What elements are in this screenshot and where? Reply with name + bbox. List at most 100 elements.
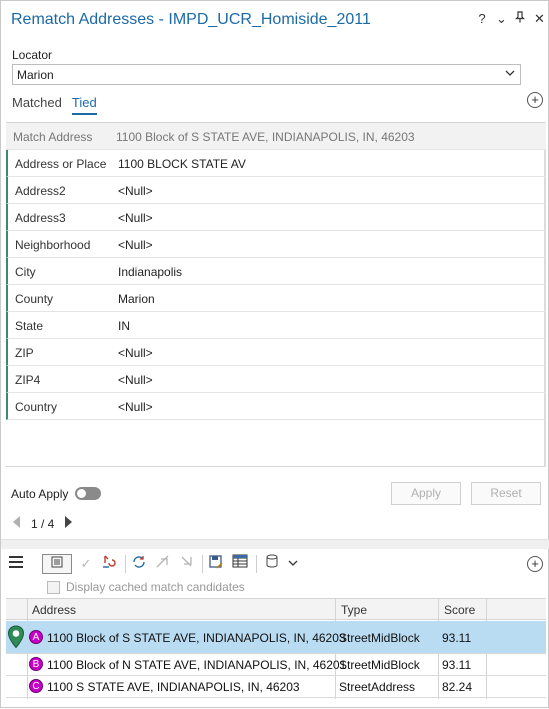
- field-value[interactable]: Marion: [118, 292, 155, 306]
- toolbar-separator: [125, 555, 126, 573]
- field-value[interactable]: <Null>: [118, 211, 153, 225]
- field-row-neighborhood[interactable]: Neighborhood <Null>: [6, 231, 546, 258]
- auto-hide-pin-icon[interactable]: [515, 11, 525, 27]
- column-header-score[interactable]: Score: [444, 603, 475, 617]
- auto-apply-label: Auto Apply: [11, 487, 69, 501]
- candidate-address: 1100 Block of N STATE AVE, INDIANAPOLIS,…: [47, 658, 347, 672]
- field-label: County: [15, 292, 54, 306]
- field-value[interactable]: Indianapolis: [118, 265, 182, 279]
- field-label: City: [15, 265, 36, 279]
- add-circle-icon[interactable]: +: [527, 92, 543, 108]
- table-row[interactable]: C 1100 S STATE AVE, INDIANAPOLIS, IN, 46…: [6, 676, 546, 698]
- cache-label: Display cached match candidates: [66, 580, 245, 594]
- match-checkmark-icon[interactable]: ✓: [78, 554, 94, 574]
- cache-checkbox[interactable]: [47, 580, 60, 594]
- table-row[interactable]: A 1100 Block of S STATE AVE, INDIANAPOLI…: [6, 621, 546, 654]
- field-row-country[interactable]: Country <Null>: [6, 393, 546, 420]
- unmatch-icon[interactable]: [99, 554, 119, 574]
- address-fields-grid: Match Address 1100 Block of S STATE AVE,…: [6, 122, 546, 467]
- column-header-type[interactable]: Type: [341, 603, 367, 617]
- candidate-score: 82.24: [442, 680, 473, 694]
- candidate-type: StreetMidBlock: [339, 631, 420, 645]
- field-row-zip4[interactable]: ZIP4 <Null>: [6, 366, 546, 393]
- candidates-table: Address Type Score A 1100 Block of S STA…: [6, 598, 546, 709]
- record-pager: 1 / 4: [12, 516, 73, 531]
- section-divider: [1, 539, 549, 549]
- refresh-candidates-icon[interactable]: [129, 554, 149, 574]
- locator-label: Locator: [12, 48, 53, 62]
- flag-candidate-icon[interactable]: [153, 554, 173, 574]
- field-value[interactable]: <Null>: [118, 373, 153, 387]
- field-value[interactable]: 1100 BLOCK STATE AV: [118, 157, 246, 171]
- field-label: ZIP4: [15, 373, 41, 387]
- chevron-down-icon[interactable]: [286, 554, 300, 574]
- add-circle-icon[interactable]: +: [527, 556, 543, 572]
- title-controls: ? ⌄ ✕: [477, 11, 545, 27]
- field-value[interactable]: <Null>: [118, 238, 153, 252]
- apply-button[interactable]: Apply: [391, 482, 461, 505]
- field-row-state[interactable]: State IN: [6, 312, 546, 339]
- close-icon[interactable]: ✕: [534, 11, 545, 27]
- locator-value: Marion: [17, 68, 54, 82]
- candidate-type: StreetAddress: [339, 680, 416, 694]
- candidate-type: StreetMidBlock: [339, 658, 420, 672]
- title-bar: Rematch Addresses - IMPD_UCR_Homiside_20…: [1, 1, 549, 39]
- candidate-marker: B: [29, 657, 43, 671]
- field-label: Address2: [15, 184, 66, 198]
- field-value: 1100 Block of S STATE AVE, INDIANAPOLIS,…: [116, 130, 415, 144]
- field-row-county[interactable]: County Marion: [6, 285, 546, 312]
- chevron-down-icon: [505, 66, 515, 83]
- candidate-score: 93.11: [442, 658, 472, 672]
- attribute-table-icon[interactable]: [230, 554, 250, 574]
- column-header-address[interactable]: Address: [32, 603, 76, 617]
- toggle-knob: [77, 489, 86, 498]
- toolbar-separator: [202, 555, 203, 573]
- tab-tied[interactable]: Tied: [71, 95, 97, 115]
- pane-title: Rematch Addresses - IMPD_UCR_Homiside_20…: [11, 11, 371, 28]
- toolbar-separator: [256, 555, 257, 573]
- field-label: Address3: [15, 211, 66, 225]
- tab-matched[interactable]: Matched: [12, 95, 62, 115]
- field-row-address2[interactable]: Address2 <Null>: [6, 177, 546, 204]
- field-value[interactable]: <Null>: [118, 400, 153, 414]
- candidate-marker: C: [29, 679, 43, 693]
- candidate-marker: A: [29, 630, 43, 644]
- flag-all-icon[interactable]: [177, 554, 197, 574]
- auto-apply-toggle[interactable]: [75, 487, 101, 500]
- field-label: Neighborhood: [15, 238, 91, 252]
- field-value[interactable]: IN: [118, 319, 130, 333]
- field-row-address-or-place[interactable]: Address or Place 1100 BLOCK STATE AV: [6, 150, 546, 177]
- field-row-city[interactable]: City Indianapolis: [6, 258, 546, 285]
- locator-dropdown[interactable]: Marion: [12, 64, 521, 85]
- cache-option[interactable]: Display cached match candidates: [47, 580, 245, 594]
- field-label: Country: [15, 400, 58, 414]
- candidates-toolbar: ✓ +: [1, 551, 549, 577]
- field-row-zip[interactable]: ZIP <Null>: [6, 339, 546, 366]
- hamburger-menu-icon[interactable]: [8, 554, 24, 574]
- field-label: ZIP: [15, 346, 34, 360]
- table-row[interactable]: B 1100 Block of N STATE AVE, INDIANAPOLI…: [6, 654, 546, 676]
- candidate-score: 93.11: [442, 631, 472, 645]
- rematch-pane: Rematch Addresses - IMPD_UCR_Homiside_20…: [0, 0, 549, 708]
- field-value[interactable]: <Null>: [118, 184, 153, 198]
- candidate-address: 1100 Block of S STATE AVE, INDIANAPOLIS,…: [47, 631, 346, 645]
- table-header: Address Type Score: [6, 598, 546, 620]
- field-label: Address or Place: [15, 157, 107, 171]
- field-value[interactable]: <Null>: [118, 346, 153, 360]
- database-icon[interactable]: [263, 554, 281, 574]
- reset-button[interactable]: Reset: [471, 482, 541, 505]
- options-chevron-icon[interactable]: ⌄: [496, 11, 507, 27]
- field-label: State: [15, 319, 44, 333]
- help-icon[interactable]: ?: [477, 11, 487, 27]
- record-position: 1 / 4: [31, 516, 55, 531]
- candidate-address: 1100 S STATE AVE, INDIANAPOLIS, IN, 4620…: [47, 680, 300, 694]
- field-row-address3[interactable]: Address3 <Null>: [6, 204, 546, 231]
- field-row-match-address: Match Address 1100 Block of S STATE AVE,…: [6, 123, 546, 150]
- location-pin-icon: [7, 625, 25, 649]
- match-tabs: Matched Tied: [12, 95, 97, 115]
- previous-record-icon[interactable]: [12, 516, 21, 531]
- save-edits-icon[interactable]: [206, 554, 226, 574]
- next-record-icon[interactable]: [64, 516, 73, 531]
- zoom-to-candidate-icon[interactable]: [42, 554, 72, 574]
- field-label: Match Address: [13, 130, 93, 144]
